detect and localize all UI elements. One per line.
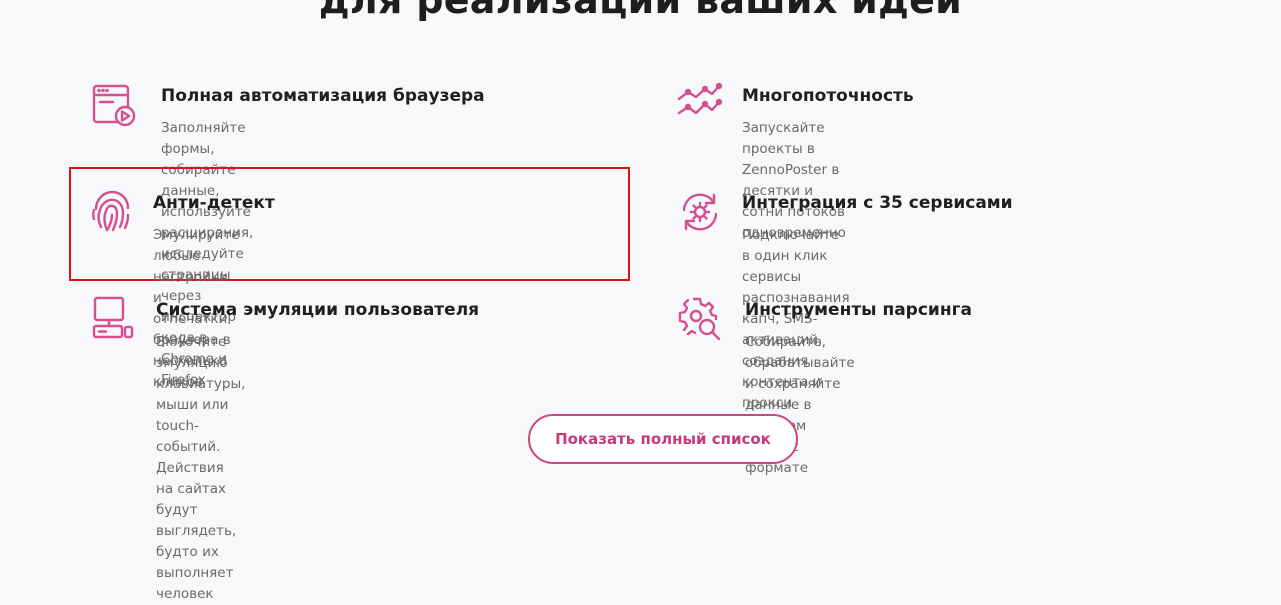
multithread-graph-icon (676, 80, 724, 128)
feature-description-line: на сайтах будут выглядеть, будто их выпо… (156, 481, 237, 602)
feature-description-line: Включите эмуляцию клавиатуры, мыши или t… (156, 334, 246, 476)
gear-search-icon (676, 295, 724, 343)
feature-title: Анти-детект (153, 193, 275, 213)
sync-gear-icon (676, 188, 724, 236)
fingerprint-icon (88, 187, 136, 235)
section-heading: для реализации ваших идей (318, 0, 963, 22)
feature-title: Полная автоматизация браузера (161, 86, 485, 106)
feature-description: Включите эмуляцию клавиатуры, мыши или t… (156, 332, 245, 605)
show-full-list-button[interactable]: Показать полный список (528, 414, 798, 464)
feature-title: Система эмуляции пользователя (156, 300, 480, 320)
computer-icon (90, 295, 138, 343)
feature-title: Инструменты парсинга (745, 300, 972, 320)
feature-title: Многопоточность (742, 86, 914, 106)
browser-play-icon (91, 83, 139, 131)
feature-title: Интеграция с 35 сервисами (742, 193, 1013, 213)
